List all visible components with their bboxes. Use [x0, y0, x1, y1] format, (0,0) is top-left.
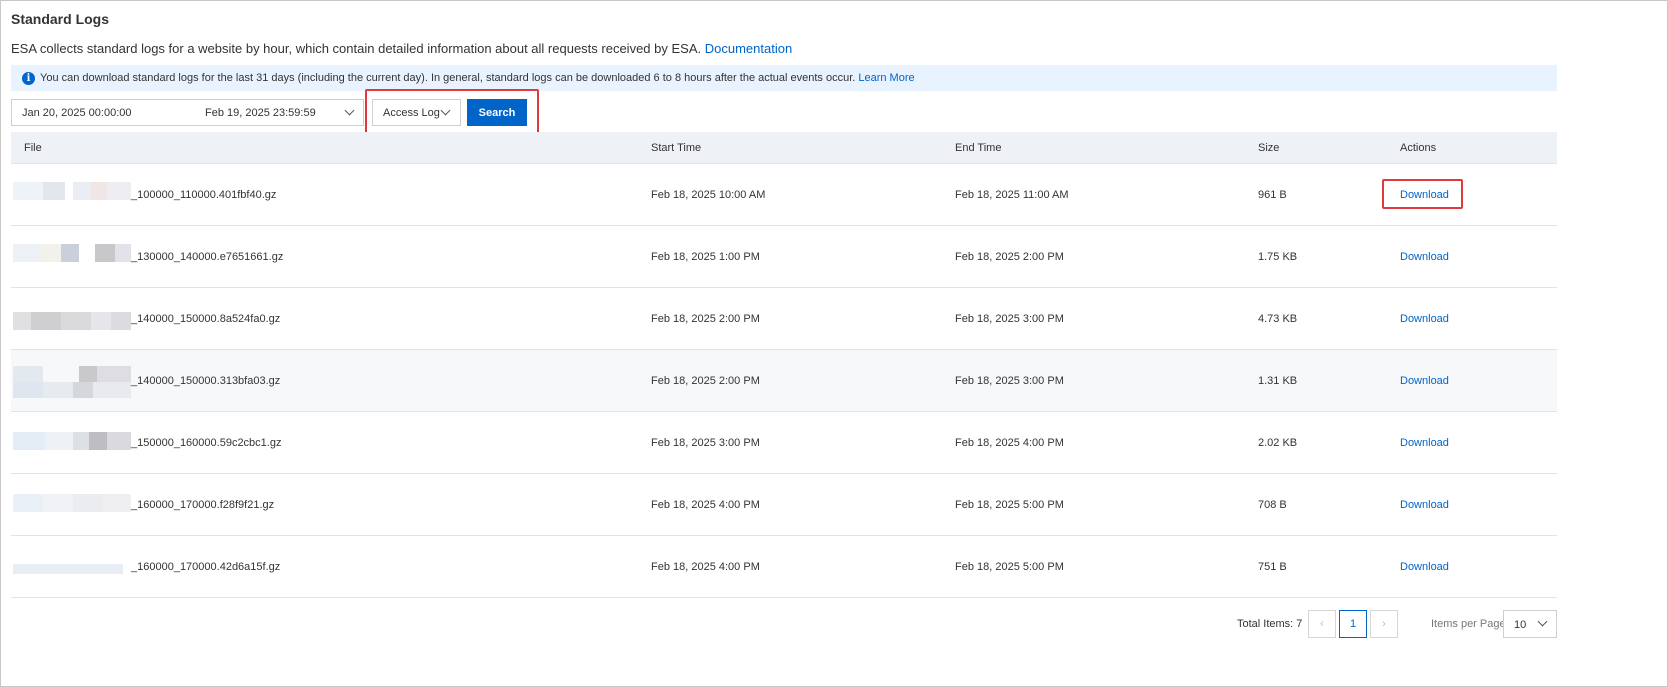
table-row: _100000_110000.401fbf40.gz Feb 18, 2025 …	[11, 164, 1557, 226]
table-row: _160000_170000.42d6a15f.gz Feb 18, 2025 …	[11, 536, 1557, 598]
download-link[interactable]: Download	[1400, 561, 1449, 573]
log-type-value: Access Log	[383, 107, 440, 119]
total-items: Total Items: 7	[1237, 618, 1303, 630]
description-text: ESA collects standard logs for a website…	[11, 41, 702, 56]
row-size: 751 B	[1258, 561, 1287, 573]
range-end: Feb 19, 2025 23:59:59	[205, 107, 316, 119]
header-size: Size	[1258, 142, 1280, 154]
items-per-page-value: 10	[1514, 619, 1527, 631]
next-page-button[interactable]: ›	[1370, 610, 1398, 638]
row-start-time: Feb 18, 2025 2:00 PM	[651, 313, 760, 325]
row-start-time: Feb 18, 2025 4:00 PM	[651, 561, 760, 573]
chevron-down-icon	[344, 105, 355, 116]
page-number-button[interactable]: 1	[1339, 610, 1367, 638]
notice-text: You can download standard logs for the l…	[40, 72, 856, 84]
redacted-filename-prefix	[11, 488, 131, 524]
redacted-filename-prefix	[11, 550, 131, 586]
row-size: 1.75 KB	[1258, 251, 1298, 263]
chevron-down-icon	[1537, 616, 1548, 627]
row-start-time: Feb 18, 2025 2:00 PM	[651, 375, 760, 387]
row-file: _160000_170000.f28f9f21.gz	[131, 499, 275, 511]
row-start-time: Feb 18, 2025 10:00 AM	[651, 189, 766, 201]
row-size: 708 B	[1258, 499, 1287, 511]
table-row: _130000_140000.e7651661.gz Feb 18, 2025 …	[11, 226, 1557, 288]
download-link[interactable]: Download	[1400, 313, 1449, 325]
table-header: File Start Time End Time Size Actions	[11, 132, 1557, 164]
items-per-page-label: Items per Page:	[1431, 618, 1509, 630]
table-row: _140000_150000.8a524fa0.gz Feb 18, 2025 …	[11, 288, 1557, 350]
page-title: Standard Logs	[11, 11, 110, 27]
table-row: _140000_150000.313bfa03.gz Feb 18, 2025 …	[11, 350, 1557, 412]
row-file: _140000_150000.313bfa03.gz	[131, 375, 281, 387]
download-link[interactable]: Download	[1400, 251, 1449, 263]
highlight-box-download	[1382, 179, 1463, 209]
redacted-filename-prefix	[11, 178, 131, 214]
redacted-filename-prefix	[11, 426, 131, 462]
items-per-page-select[interactable]: 10	[1503, 610, 1557, 638]
table-row: _150000_160000.59c2cbc1.gz Feb 18, 2025 …	[11, 412, 1557, 474]
row-end-time: Feb 18, 2025 2:00 PM	[955, 251, 1064, 263]
download-link[interactable]: Download	[1400, 499, 1449, 511]
row-file: _150000_160000.59c2cbc1.gz	[131, 437, 282, 449]
row-start-time: Feb 18, 2025 4:00 PM	[651, 499, 760, 511]
row-end-time: Feb 18, 2025 4:00 PM	[955, 437, 1064, 449]
chevron-left-icon: ‹	[1320, 618, 1324, 630]
row-file: _160000_170000.42d6a15f.gz	[131, 561, 281, 573]
row-size: 1.31 KB	[1258, 375, 1298, 387]
logs-table: File Start Time End Time Size Actions _1…	[11, 132, 1557, 598]
row-size: 4.73 KB	[1258, 313, 1298, 325]
log-type-select[interactable]: Access Log	[372, 99, 461, 126]
range-start: Jan 20, 2025 00:00:00	[22, 107, 132, 119]
page-description: ESA collects standard logs for a website…	[11, 41, 792, 56]
chevron-right-icon: ›	[1382, 618, 1386, 630]
row-end-time: Feb 18, 2025 11:00 AM	[955, 189, 1069, 201]
row-start-time: Feb 18, 2025 3:00 PM	[651, 437, 760, 449]
row-end-time: Feb 18, 2025 3:00 PM	[955, 375, 1064, 387]
date-range-picker[interactable]: Jan 20, 2025 00:00:00 Feb 19, 2025 23:59…	[11, 99, 364, 126]
info-notice: i You can download standard logs for the…	[11, 65, 1557, 91]
learn-more-link[interactable]: Learn More	[858, 72, 914, 84]
header-end-time: End Time	[955, 142, 1002, 154]
redacted-filename-prefix	[11, 240, 131, 276]
row-file: _140000_150000.8a524fa0.gz	[131, 313, 281, 325]
prev-page-button[interactable]: ‹	[1308, 610, 1336, 638]
row-end-time: Feb 18, 2025 3:00 PM	[955, 313, 1064, 325]
header-actions: Actions	[1400, 142, 1437, 154]
chevron-down-icon	[440, 105, 451, 116]
redacted-filename-prefix	[11, 302, 131, 338]
row-size: 2.02 KB	[1258, 437, 1298, 449]
download-link[interactable]: Download	[1400, 375, 1449, 387]
search-button[interactable]: Search	[467, 99, 527, 126]
row-end-time: Feb 18, 2025 5:00 PM	[955, 499, 1064, 511]
row-file: _100000_110000.401fbf40.gz	[131, 189, 277, 201]
download-link[interactable]: Download	[1400, 437, 1449, 449]
header-file: File	[24, 142, 42, 154]
row-size: 961 B	[1258, 189, 1287, 201]
redacted-filename-prefix	[11, 352, 131, 410]
documentation-link[interactable]: Documentation	[705, 41, 792, 56]
row-end-time: Feb 18, 2025 5:00 PM	[955, 561, 1064, 573]
header-start-time: Start Time	[651, 142, 702, 154]
row-start-time: Feb 18, 2025 1:00 PM	[651, 251, 760, 263]
row-file: _130000_140000.e7651661.gz	[131, 251, 284, 263]
info-icon: i	[22, 71, 35, 85]
table-row: _160000_170000.f28f9f21.gz Feb 18, 2025 …	[11, 474, 1557, 536]
